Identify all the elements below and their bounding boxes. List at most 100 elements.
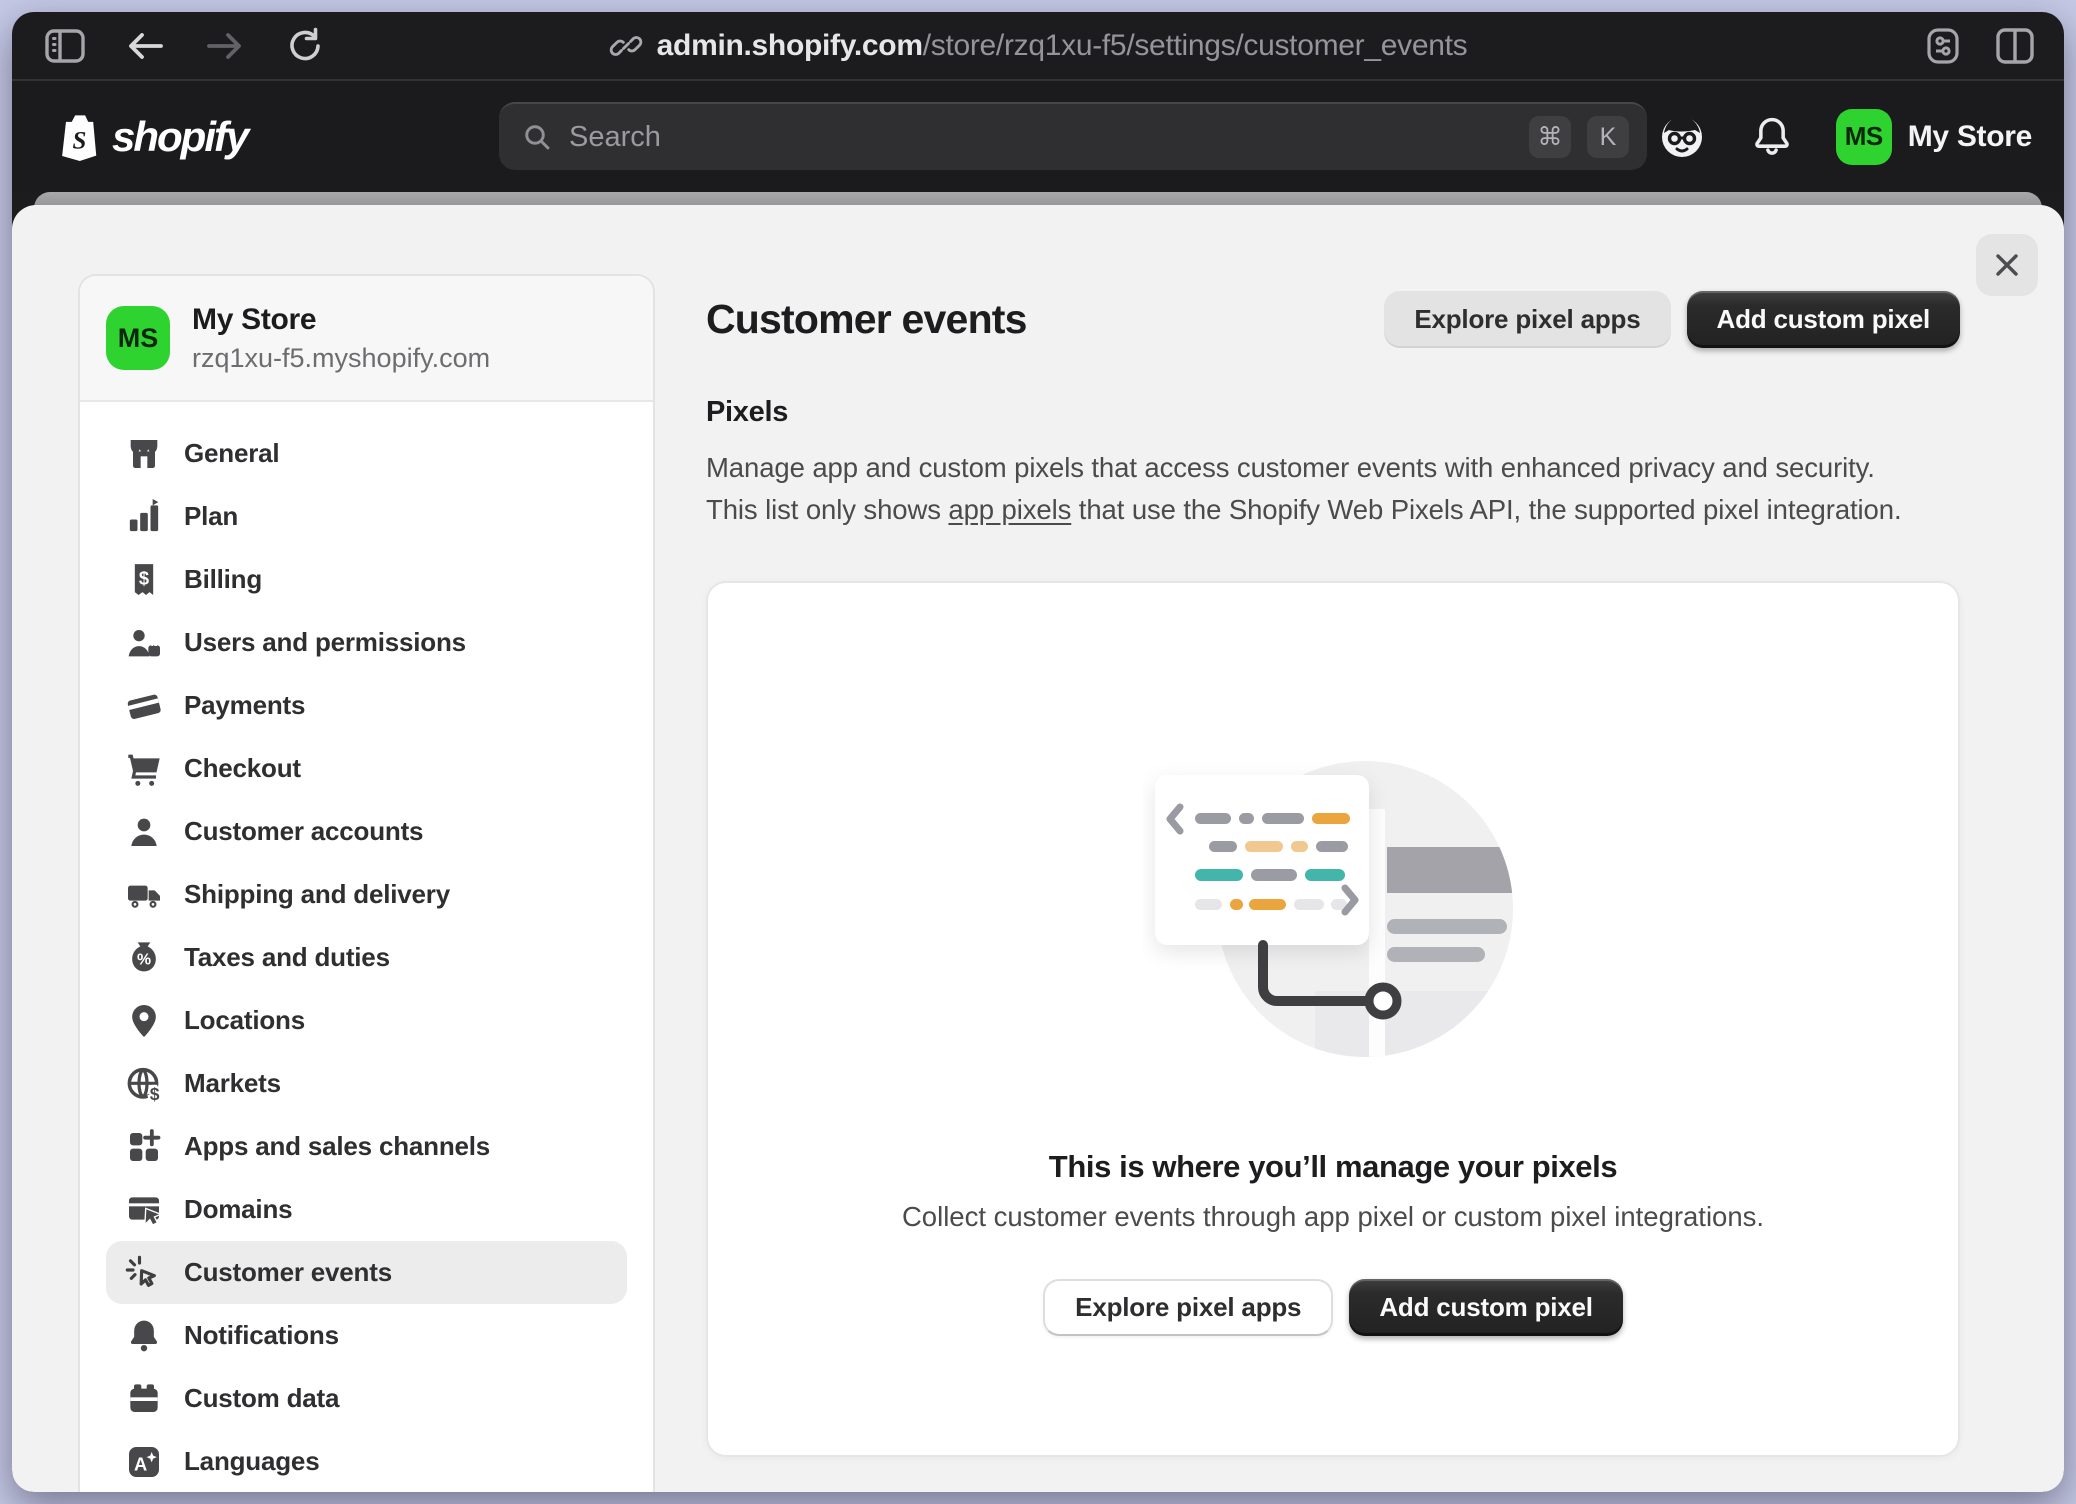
main-content: Customer events Explore pixel apps Add c… — [706, 291, 1960, 1457]
sidebar-item-plan[interactable]: Plan — [106, 485, 627, 548]
notifications-bell-icon[interactable] — [1750, 114, 1794, 160]
customer-events-icon — [124, 1253, 164, 1293]
svg-text:%: % — [137, 951, 151, 968]
svg-text:$: $ — [150, 1084, 160, 1104]
sidebar-item-label: Apps and sales channels — [184, 1131, 490, 1162]
svg-text:A: A — [134, 1453, 147, 1474]
sidebar-item-billing[interactable]: $ Billing — [106, 548, 627, 611]
app-pixels-link[interactable]: app pixels — [948, 494, 1071, 525]
explore-pixel-apps-button[interactable]: Explore pixel apps — [1384, 291, 1670, 348]
notifications-icon — [124, 1316, 164, 1356]
search-placeholder: Search — [569, 121, 1513, 154]
account-avatar: MS — [1836, 109, 1892, 165]
link-icon — [609, 29, 643, 63]
sidebar-item-label: Shipping and delivery — [184, 879, 450, 910]
pixels-empty-state-card: This is where you’ll manage your pixels … — [706, 581, 1960, 1457]
sidebar-item-label: Custom data — [184, 1383, 339, 1414]
sidebar-item-payments[interactable]: Payments — [106, 674, 627, 737]
sidebar-item-label: Customer accounts — [184, 816, 423, 847]
store-card[interactable]: MS My Store rzq1xu-f5.myshopify.com — [80, 276, 653, 402]
browser-controls-icon[interactable] — [1920, 23, 1966, 69]
markets-icon: $ — [124, 1064, 164, 1104]
sidebar-item-shipping[interactable]: Shipping and delivery — [106, 863, 627, 926]
sidebar-item-label: Payments — [184, 690, 305, 721]
shopify-logo[interactable]: S shopify — [56, 111, 247, 163]
reload-button[interactable] — [282, 23, 328, 69]
taxes-icon: % — [124, 938, 164, 978]
sidebar-item-users[interactable]: Users and permissions — [106, 611, 627, 674]
sidebar-item-markets[interactable]: $ Markets — [106, 1052, 627, 1115]
cmd-key-badge: ⌘ — [1529, 116, 1571, 158]
empty-state-title: This is where you’ll manage your pixels — [1049, 1149, 1617, 1185]
sidebar-item-checkout[interactable]: Checkout — [106, 737, 627, 800]
logo-wordmark: shopify — [112, 113, 247, 161]
search-icon — [521, 121, 553, 153]
sidebar-item-label: Customer events — [184, 1257, 392, 1288]
sidebar-item-custom-data[interactable]: Custom data — [106, 1367, 627, 1430]
sidebar-item-label: Languages — [184, 1446, 319, 1477]
svg-text:$: $ — [139, 567, 149, 588]
sidebar-item-languages[interactable]: A Languages — [106, 1430, 627, 1492]
pixels-description: Manage app and custom pixels that access… — [706, 447, 1960, 531]
page-title: Customer events — [706, 296, 1027, 343]
plan-icon — [124, 497, 164, 537]
back-button[interactable] — [122, 23, 168, 69]
sidebar-item-label: Notifications — [184, 1320, 339, 1351]
store-avatar: MS — [106, 306, 170, 370]
settings-sidebar: MS My Store rzq1xu-f5.myshopify.com Gene… — [78, 274, 655, 1492]
sidekick-icon[interactable] — [1656, 111, 1708, 163]
sidebar-item-label: Users and permissions — [184, 627, 466, 658]
sidebar-item-general[interactable]: General — [106, 422, 627, 485]
sidebar-item-notifications[interactable]: Notifications — [106, 1304, 627, 1367]
apps-icon — [124, 1127, 164, 1167]
pixels-heading: Pixels — [706, 396, 1960, 429]
sidebar-item-domains[interactable]: Domains — [106, 1178, 627, 1241]
add-custom-pixel-button-card[interactable]: Add custom pixel — [1349, 1279, 1623, 1336]
customer-accounts-icon — [124, 812, 164, 852]
close-button[interactable] — [1976, 234, 2038, 296]
store-icon — [124, 434, 164, 474]
sidebar-item-label: Taxes and duties — [184, 942, 390, 973]
payments-icon — [124, 686, 164, 726]
k-key-badge: K — [1587, 116, 1629, 158]
browser-toolbar: admin.shopify.com/store/rzq1xu-f5/settin… — [12, 12, 2064, 81]
store-name: My Store — [192, 303, 490, 337]
users-icon — [124, 623, 164, 663]
locations-icon — [124, 1001, 164, 1041]
empty-state-subtitle: Collect customer events through app pixe… — [902, 1201, 1764, 1233]
shipping-icon — [124, 875, 164, 915]
account-menu[interactable]: MS My Store — [1836, 109, 2032, 165]
svg-text:S: S — [72, 127, 86, 154]
sidebar-item-apps[interactable]: Apps and sales channels — [106, 1115, 627, 1178]
sidebar-toggle-icon[interactable] — [42, 23, 88, 69]
sidebar-item-customer-accounts[interactable]: Customer accounts — [106, 800, 627, 863]
explore-pixel-apps-button-card[interactable]: Explore pixel apps — [1043, 1279, 1333, 1336]
browser-window: admin.shopify.com/store/rzq1xu-f5/settin… — [12, 12, 2064, 1492]
settings-menu: General Plan $ Billing Users and permiss… — [80, 402, 653, 1492]
sidebar-item-customer-events[interactable]: Customer events — [106, 1241, 627, 1304]
url-path: /store/rzq1xu-f5/settings/customer_event… — [923, 29, 1468, 62]
description-line2-suffix: that use the Shopify Web Pixels API, the… — [1071, 494, 1901, 525]
sidebar-item-label: Locations — [184, 1005, 305, 1036]
search-input[interactable]: Search ⌘ K — [499, 102, 1647, 170]
custom-data-icon — [124, 1379, 164, 1419]
sidebar-item-locations[interactable]: Locations — [106, 989, 627, 1052]
shopify-bag-icon: S — [56, 111, 102, 163]
forward-button[interactable] — [202, 23, 248, 69]
description-line2-prefix: This list only shows — [706, 494, 948, 525]
billing-icon: $ — [124, 560, 164, 600]
sidebar-item-label: Plan — [184, 501, 238, 532]
split-view-icon[interactable] — [1992, 23, 2038, 69]
sidebar-item-taxes[interactable]: % Taxes and duties — [106, 926, 627, 989]
sidebar-item-label: General — [184, 438, 279, 469]
checkout-icon — [124, 749, 164, 789]
add-custom-pixel-button[interactable]: Add custom pixel — [1687, 291, 1961, 348]
languages-icon: A — [124, 1442, 164, 1482]
domains-icon — [124, 1190, 164, 1230]
description-line1: Manage app and custom pixels that access… — [706, 452, 1875, 483]
sidebar-item-label: Domains — [184, 1194, 292, 1225]
close-icon — [1992, 250, 2022, 280]
account-name: My Store — [1908, 120, 2032, 154]
sidebar-item-label: Billing — [184, 564, 262, 595]
admin-header: S shopify Search ⌘ K MS My Store — [12, 81, 2064, 192]
